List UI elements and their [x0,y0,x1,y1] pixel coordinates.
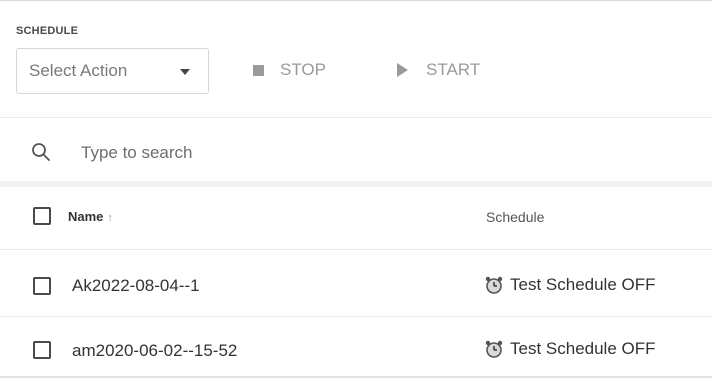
column-header-name[interactable]: Name ↑ [68,209,113,224]
select-action-dropdown[interactable]: Select Action [16,48,209,94]
top-border [0,0,712,1]
alarm-clock-icon [485,276,503,294]
stop-label: STOP [280,60,326,79]
row-checkbox[interactable] [33,341,51,359]
row-checkbox[interactable] [33,277,51,295]
divider [0,117,712,118]
search-divider [0,181,712,187]
row-schedule-label: Test Schedule OFF [510,275,656,294]
stop-button[interactable]: STOP [253,58,326,82]
row-schedule-label: Test Schedule OFF [510,339,656,358]
alarm-clock-icon [485,340,503,358]
sort-ascending-icon: ↑ [107,212,113,224]
divider [0,249,712,250]
start-button[interactable]: START [397,58,480,82]
select-action-value: Select Action [29,61,128,80]
play-icon [397,63,408,77]
row-name: am2020-06-02--15-52 [72,341,238,360]
caret-down-icon [180,69,190,75]
search-input[interactable] [81,140,481,166]
section-title: SCHEDULE [16,25,79,37]
row-schedule[interactable]: Test Schedule OFF [484,275,656,295]
column-header-name-label: Name [68,209,104,224]
divider [0,376,712,378]
row-name: Ak2022-08-04--1 [72,276,200,295]
row-schedule[interactable]: Test Schedule OFF [484,339,656,359]
column-header-schedule[interactable]: Schedule [486,209,544,225]
start-label: START [426,60,481,79]
divider [0,316,712,317]
stop-icon [253,64,264,76]
search-bar [0,126,712,180]
search-icon [32,143,50,161]
select-all-checkbox[interactable] [33,207,51,225]
